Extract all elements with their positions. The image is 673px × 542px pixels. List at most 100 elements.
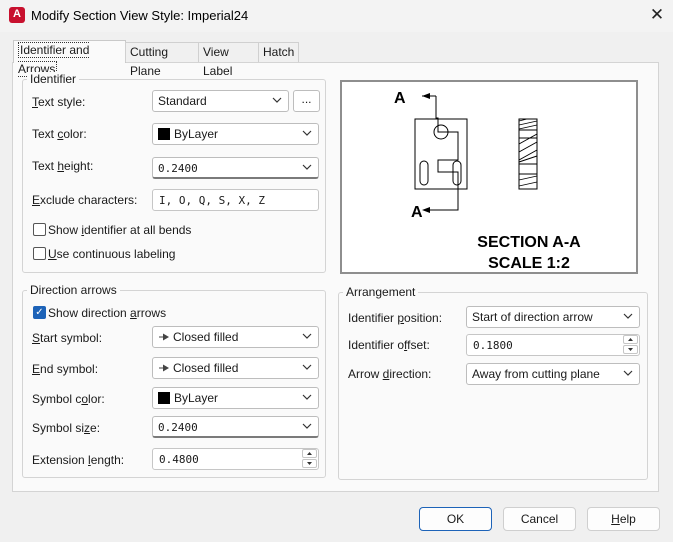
label-pre: Show [48,223,82,237]
label-rest: nd symbol: [40,362,99,376]
preview-arrowhead-top [422,93,430,99]
label-pre: Text [32,127,58,141]
color-swatch [158,128,170,140]
symbol-color-dropdown[interactable]: ByLayer [152,387,319,409]
label-pre: Extension [32,453,89,467]
extension-length-spin-down[interactable] [302,459,317,468]
chevron-down-icon [623,313,633,319]
continuous-labeling-checkbox[interactable] [33,247,46,260]
preview-arrow-line-bottom [436,189,459,211]
text-style-dropdown[interactable]: Standard [152,90,289,112]
closed-filled-arrow-icon [159,333,169,341]
label-pre: Symbol c [32,392,82,406]
label-rest: dentifier at all bends [84,223,192,237]
label-rest: ext style: [38,95,86,109]
exclude-characters-input[interactable]: I, O, Q, S, X, Z [152,189,319,211]
identifier-offset-label: Identifier offset: [348,338,430,352]
text-height-combobox[interactable]: 0.2400 [152,157,319,179]
spin-down-icon [628,348,633,351]
arrow-direction-dropdown[interactable]: Away from cutting plane [466,363,640,385]
label-rest: osition: [404,311,443,325]
tab-cutting-plane[interactable]: Cutting Plane [125,42,199,78]
label-mnemonic: H [611,512,620,526]
text-color-value-wrap: ByLayer [158,127,218,141]
show-direction-arrows-checkbox[interactable]: ✓ [33,306,46,319]
preview-label-top: A [394,90,406,107]
label-mnemonic: a [130,306,137,320]
spin-up-icon [628,338,633,341]
label-mnemonic: E [32,362,41,376]
tab-identifier-and-arrows[interactable]: Identifier and Arrows [13,40,126,77]
arrangement-group-title: Arrangement [343,285,419,299]
text-style-browse-button[interactable]: ... [293,90,320,112]
autocad-app-icon: A [9,7,25,23]
exclude-characters-value: I, O, Q, S, X, Z [159,194,265,207]
end-symbol-dropdown[interactable]: Closed filled [152,357,319,379]
preview-slot-left [419,160,429,186]
show-direction-arrows-label[interactable]: Show direction arrows [48,306,166,320]
exclude-characters-label: Exclude characters: [32,193,137,207]
label-pre: Show direction [48,306,131,320]
extension-length-label: Extension length: [32,453,124,467]
preview-cutting-plane-line [435,96,459,210]
label-pre: Arrow [348,367,383,381]
identifier-position-dropdown[interactable]: Start of direction arrow [466,306,640,328]
preview-scale: SCALE 1:2 [488,255,570,272]
preview-part-outline [414,118,468,190]
preview-label-bottom: A [411,204,423,221]
label-rest: e: [90,421,101,435]
label-rest: fset: [407,338,430,352]
show-identifier-all-bends-checkbox[interactable] [33,223,46,236]
color-swatch [158,392,170,404]
symbol-size-combobox[interactable]: 0.2400 [152,416,319,438]
label-rest: olor: [63,127,87,141]
help-button[interactable]: Help [587,507,660,531]
chevron-down-icon [302,333,312,339]
text-color-dropdown[interactable]: ByLayer [152,123,319,145]
label-pre: Identifier [348,311,398,325]
label-rest: xclude characters: [40,193,138,207]
identifier-position-value: Start of direction arrow [472,310,593,324]
text-color-value: ByLayer [174,127,219,141]
label-pre: Symbol si [32,421,85,435]
identifier-offset-spin-up[interactable] [623,335,638,344]
text-color-label: Text color: [32,127,87,141]
text-style-value: Standard [158,94,207,108]
preview-section-title: SECTION A-A [477,234,581,251]
label-mnemonic: U [48,247,57,261]
extension-length-spin-up[interactable] [302,449,317,458]
ok-button[interactable]: OK [419,507,492,531]
start-symbol-dropdown[interactable]: Closed filled [152,326,319,348]
extension-length-input[interactable]: 0.4800 [152,448,319,470]
tab-view-label[interactable]: View Label [198,42,259,78]
identifier-offset-spin-down[interactable] [623,345,638,354]
tab-hatch[interactable]: Hatch [258,42,299,62]
start-symbol-value-wrap: Closed filled [159,330,238,344]
label-rest: irection: [389,367,432,381]
preview-slot-right [452,160,462,186]
chevron-down-icon [272,97,282,103]
end-symbol-value: Closed filled [173,361,239,375]
symbol-color-label: Symbol color: [32,392,105,406]
spin-down-icon [307,462,312,465]
symbol-size-value: 0.2400 [158,421,198,434]
continuous-labeling-label[interactable]: Use continuous labeling [48,247,175,261]
chevron-down-icon [302,394,312,400]
label-rest: se continuous labeling [56,247,176,261]
text-style-label: Text style: [32,95,85,109]
identifier-offset-input[interactable]: 0.1800 [466,334,640,356]
symbol-size-label: Symbol size: [32,421,100,435]
text-height-value: 0.2400 [158,162,198,175]
identifier-position-label: Identifier position: [348,311,442,325]
chevron-down-icon [302,423,312,429]
symbol-color-value-wrap: ByLayer [158,391,218,405]
label-rest: tart symbol: [40,331,103,345]
show-identifier-all-bends-label[interactable]: Show identifier at all bends [48,223,191,237]
label-rest: eight: [64,159,94,173]
cancel-button[interactable]: Cancel [503,507,576,531]
preview-pane: A A SECTION A-A SCALE 1:2 [340,80,638,274]
closed-filled-arrow-icon [159,364,169,372]
window-title: Modify Section View Style: Imperial24 [31,8,249,23]
close-icon[interactable]: ✕ [648,5,666,25]
label-mnemonic: S [32,331,41,345]
